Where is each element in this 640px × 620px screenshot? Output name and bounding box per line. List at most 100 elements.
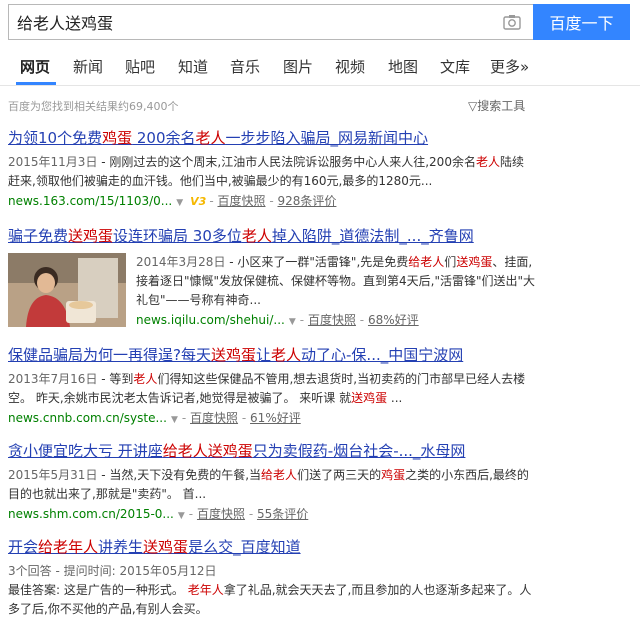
camera-icon[interactable]	[503, 14, 521, 30]
keyword-highlight: 老人	[271, 346, 302, 364]
snapshot-link[interactable]: 百度快照	[197, 507, 245, 521]
active-tab-indicator	[16, 82, 56, 85]
text-segment: 只为卖假药-烟台社会-..._水母网	[252, 442, 466, 460]
search-result: 为领10个免费鸡蛋 200余名老人一步步陷入骗局_网易新闻中心 2015年11月…	[8, 128, 528, 212]
caret-down-icon[interactable]: ▼	[176, 198, 183, 208]
keyword-highlight: 送鸡蛋	[351, 391, 388, 405]
keyword-highlight: 送鸡蛋	[210, 346, 256, 364]
search-button[interactable]: 百度一下	[533, 4, 630, 40]
text-segment: 讲养生	[98, 538, 144, 556]
result-count: 百度为您找到相关结果约69,400个	[8, 100, 179, 113]
text-segment: 设连环骗局 30多位	[113, 227, 242, 245]
result-abstract: 2013年7月16日 - 等到老人们得知这些保健品不管用,想去退货时,当初卖药的…	[8, 370, 533, 408]
tab-wenku[interactable]: 文库	[440, 56, 470, 77]
result-abstract: 2015年5月31日 - 当然,天下没有免费的午餐,当给老人们送了两三天的鸡蛋之…	[8, 466, 538, 504]
search-box[interactable]	[8, 4, 533, 40]
keyword-highlight: 鸡蛋	[102, 129, 133, 147]
snapshot-link[interactable]: 百度快照	[308, 313, 356, 327]
result-url[interactable]: news.shm.com.cn/2015-0...	[8, 507, 174, 521]
separator: -	[209, 194, 214, 208]
text-segment: 最佳答案: 这是广告的一种形式。	[8, 583, 188, 597]
separator: -	[188, 507, 194, 521]
result-url[interactable]: news.163.com/15/1103/0...	[8, 194, 172, 208]
result-meta: news.cnnb.com.cn/syste... ▼ - 百度快照 - 61%好评	[8, 409, 533, 429]
search-tabs: 网页 新闻 贴吧 知道 音乐 图片 视频 地图 文库 更多»	[0, 52, 640, 86]
result-title[interactable]: 开会给老年人讲养生送鸡蛋是么交_百度知道	[8, 537, 533, 557]
search-result: 保健品骗局为何一再得逞?每天送鸡蛋让老人动了心-保..._中国宁波网 2013年…	[8, 345, 533, 429]
text-segment: 们	[444, 255, 457, 269]
snapshot-link[interactable]: 百度快照	[190, 411, 238, 425]
tab-web[interactable]: 网页	[20, 56, 50, 77]
rating-link[interactable]: 68%好评	[368, 313, 419, 327]
review-link[interactable]: 55条评价	[257, 507, 308, 521]
result-meta: news.163.com/15/1103/0... ▼ V3- 百度快照 - 928…	[8, 192, 528, 212]
result-abstract: 2014年3月28日 - 小区来了一群"活雷锋",先是免费给老人们送鸡蛋、挂面,…	[136, 253, 536, 310]
result-title[interactable]: 保健品骗局为何一再得逞?每天送鸡蛋让老人动了心-保..._中国宁波网	[8, 345, 533, 365]
keyword-highlight: 送鸡蛋	[68, 227, 114, 245]
text-segment: - 刚刚过去的这个周末,江油市人民法院诉讼服务中心人来人往,200余名	[97, 155, 476, 169]
separator: -	[181, 411, 187, 425]
tab-tieba[interactable]: 贴吧	[125, 56, 155, 77]
v3-badge[interactable]: V3	[190, 195, 206, 208]
tab-video[interactable]: 视频	[335, 56, 365, 77]
text-segment: 们送了两三天的	[297, 468, 382, 482]
result-url[interactable]: news.iqilu.com/shehui/...	[136, 313, 285, 327]
tab-images[interactable]: 图片	[283, 56, 313, 77]
text-segment: 动了心-保..._中国宁波网	[301, 346, 464, 364]
result-abstract: 2015年11月3日 - 刚刚过去的这个周末,江油市人民法院诉讼服务中心人来人往…	[8, 153, 528, 191]
separator: -	[299, 313, 305, 327]
text-segment: - 等到	[97, 372, 134, 386]
keyword-highlight: 给老人	[408, 255, 445, 269]
keyword-highlight: 老人	[475, 155, 500, 169]
result-meta: news.shm.com.cn/2015-0... ▼ - 百度快照 - 55条评价	[8, 505, 538, 525]
text-segment: 保健品骗局为何一再得逞?每天	[8, 346, 211, 364]
search-result: 开会给老年人讲养生送鸡蛋是么交_百度知道 3个回答 - 提问时间: 2015年0…	[8, 537, 533, 619]
text-segment: 是么交_百度知道	[188, 538, 301, 556]
result-date: 2013年7月16日	[8, 372, 98, 386]
result-question-meta: 3个回答 - 提问时间: 2015年05月12日	[8, 564, 217, 578]
search-input[interactable]	[17, 5, 497, 39]
caret-down-icon[interactable]: ▼	[178, 511, 185, 521]
filter-icon: ▽	[468, 99, 478, 113]
text-segment: 开会	[8, 538, 39, 556]
separator: -	[248, 507, 254, 521]
text-segment: - 当然,天下没有免费的午餐,当	[97, 468, 262, 482]
search-tools[interactable]: ▽搜索工具	[468, 97, 525, 114]
text-segment: 让	[255, 346, 271, 364]
result-url[interactable]: news.cnnb.com.cn/syste...	[8, 411, 167, 425]
snapshot-link[interactable]: 百度快照	[218, 194, 266, 208]
keyword-highlight: 老人	[195, 129, 226, 147]
keyword-highlight: 老年人	[187, 583, 224, 597]
search-tools-label: 搜索工具	[477, 99, 526, 113]
keyword-highlight: 鸡蛋	[381, 468, 406, 482]
result-title[interactable]: 骗子免费送鸡蛋设连环骗局 30多位老人掉入陷阱_道德法制_..._齐鲁网	[8, 226, 538, 246]
caret-down-icon[interactable]: ▼	[171, 415, 178, 425]
keyword-highlight: 老人	[133, 372, 158, 386]
tab-music[interactable]: 音乐	[230, 56, 260, 77]
text-segment: 掉入陷阱_道德法制_..._齐鲁网	[271, 227, 474, 245]
caret-down-icon[interactable]: ▼	[289, 317, 296, 327]
text-segment: 200余名	[132, 129, 196, 147]
separator: -	[241, 411, 247, 425]
text-segment: 一步步陷入骗局_网易新闻中心	[225, 129, 429, 147]
result-title[interactable]: 贪小便宜吃大亏 开讲座给老人送鸡蛋只为卖假药-烟台社会-..._水母网	[8, 441, 538, 461]
separator: -	[359, 313, 365, 327]
result-title[interactable]: 为领10个免费鸡蛋 200余名老人一步步陷入骗局_网易新闻中心	[8, 128, 528, 148]
text-segment: ...	[387, 391, 403, 405]
rating-link[interactable]: 61%好评	[250, 411, 301, 425]
text-segment: - 小区来了一群"活雷锋",先是免费	[225, 255, 409, 269]
tab-more[interactable]: 更多»	[490, 56, 529, 77]
result-thumbnail[interactable]	[8, 253, 126, 327]
keyword-highlight: 送鸡蛋	[143, 538, 189, 556]
tab-zhidao[interactable]: 知道	[178, 56, 208, 77]
keyword-highlight: 给老人送鸡蛋	[162, 442, 253, 460]
text-segment: 骗子免费	[8, 227, 69, 245]
result-abstract: 最佳答案: 这是广告的一种形式。 老年人拿了礼品,就会天天去了,而且参加的人也逐…	[8, 581, 533, 619]
tab-map[interactable]: 地图	[388, 56, 418, 77]
result-date: 2015年11月3日	[8, 155, 98, 169]
tab-news[interactable]: 新闻	[73, 56, 103, 77]
text-segment: 贪小便宜吃大亏 开讲座	[8, 442, 163, 460]
separator: -	[269, 194, 274, 208]
review-link[interactable]: 928条评价	[278, 194, 337, 208]
result-meta: news.iqilu.com/shehui/... ▼ - 百度快照 - 68%好评	[136, 311, 536, 331]
